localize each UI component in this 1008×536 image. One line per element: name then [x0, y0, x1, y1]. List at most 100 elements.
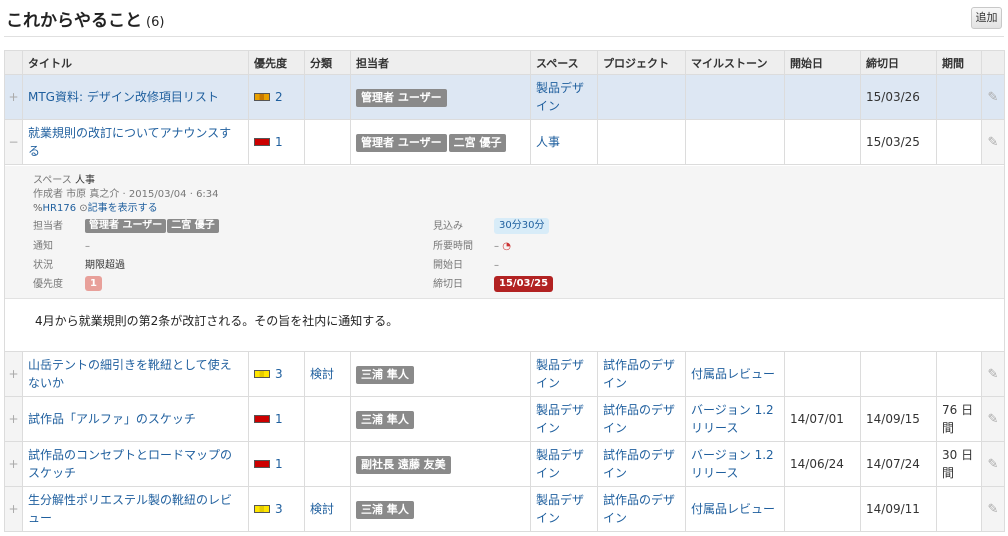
- col-priority[interactable]: 優先度: [248, 50, 305, 75]
- table-row[interactable]: + 生分解性ポリエステル製の靴紐のレビュー 3 検討 三浦 隼人 製品デザイン …: [4, 486, 1005, 532]
- detail-estimate-label: 見込み: [433, 220, 463, 232]
- plus-icon[interactable]: +: [4, 74, 23, 120]
- col-assignee[interactable]: 担当者: [350, 50, 531, 75]
- stopwatch-icon[interactable]: ◔: [502, 241, 511, 252]
- space-link[interactable]: 製品デザイン: [536, 448, 584, 480]
- add-task-button[interactable]: 追加: [971, 7, 1002, 29]
- priority-value[interactable]: 3: [275, 502, 283, 516]
- assignee-tag[interactable]: 管理者 ユーザー: [356, 133, 447, 152]
- plus-icon[interactable]: +: [4, 396, 23, 442]
- assignee-tag[interactable]: 二宮 優子: [448, 133, 507, 152]
- task-detail-row: スペース 人事 作成者 市原 真之介 · 2015/03/04 · 6:34 %…: [4, 164, 1005, 352]
- task-title-link[interactable]: MTG資料: デザイン改修項目リスト: [28, 90, 219, 104]
- priority-icon: [254, 415, 270, 423]
- category[interactable]: 検討: [310, 367, 334, 381]
- start-date: 14/07/01: [790, 412, 844, 426]
- view-article-link[interactable]: 記事を表示する: [88, 203, 158, 214]
- minus-icon[interactable]: −: [4, 119, 23, 165]
- pencil-icon[interactable]: ✎: [988, 89, 999, 107]
- table-row[interactable]: + 試作品のコンセプトとロードマップのスケッチ 1 副社長 遠藤 友美 製品デザ…: [4, 441, 1005, 487]
- assignee-tag[interactable]: 副社長 遠藤 友美: [356, 455, 451, 474]
- milestone-link[interactable]: バージョン 1.2 リリース: [691, 403, 774, 435]
- col-space[interactable]: スペース: [530, 50, 598, 75]
- table-row[interactable]: + 試作品「アルファ」のスケッチ 1 三浦 隼人 製品デザイン 試作品のデザイン…: [4, 396, 1005, 442]
- task-title-link[interactable]: 山岳テントの細引きを靴紐として使えないか: [28, 358, 232, 390]
- col-start-date[interactable]: 開始日: [784, 50, 861, 75]
- page-title: これからやること (6): [6, 6, 164, 31]
- project-link[interactable]: 試作品のデザイン: [603, 493, 675, 525]
- detail-priority-label: 優先度: [33, 278, 63, 290]
- priority-icon: [254, 138, 270, 146]
- space-link[interactable]: 製品デザイン: [536, 493, 584, 525]
- table-row[interactable]: − 就業規則の改訂についてアナウンスする 1 管理者 ユーザー 二宮 優子 人事 …: [4, 119, 1005, 165]
- detail-notify-label: 通知: [33, 240, 53, 252]
- task-title-link[interactable]: 試作品「アルファ」のスケッチ: [28, 412, 196, 426]
- project-link[interactable]: 試作品のデザイン: [603, 358, 675, 390]
- project-link[interactable]: 試作品のデザイン: [603, 403, 675, 435]
- milestone-link[interactable]: 付属品レビュー: [691, 502, 775, 516]
- col-duration[interactable]: 期間: [936, 50, 982, 75]
- task-table: タイトル 優先度 分類 担当者 スペース プロジェクト マイルストーン 開始日 …: [4, 50, 1005, 532]
- detail-status-value: 期限超過: [85, 259, 125, 271]
- col-edit: [981, 50, 1005, 75]
- detail-assignee-label: 担当者: [33, 220, 63, 232]
- detail-author-line: 作成者 市原 真之介 · 2015/03/04 · 6:34: [33, 188, 219, 200]
- detail-ref-id[interactable]: HR176: [43, 203, 77, 214]
- col-milestone[interactable]: マイルストーン: [685, 50, 785, 75]
- duration: 30 日間: [942, 448, 974, 480]
- space-link[interactable]: 製品デザイン: [536, 81, 584, 113]
- due-date: 15/03/26: [866, 90, 920, 104]
- pencil-icon[interactable]: ✎: [988, 134, 999, 152]
- priority-value[interactable]: 1: [275, 457, 283, 471]
- duration: 76 日間: [942, 403, 974, 435]
- pencil-icon[interactable]: ✎: [988, 411, 999, 429]
- priority-icon: [254, 93, 270, 101]
- task-detail-body: 4月から就業規則の第2条が改訂される。その旨を社内に通知する。: [35, 313, 399, 328]
- priority-value[interactable]: 3: [275, 367, 283, 381]
- milestone-link[interactable]: バージョン 1.2 リリース: [691, 448, 774, 480]
- space-link[interactable]: 人事: [536, 135, 560, 149]
- space-link[interactable]: 製品デザイン: [536, 403, 584, 435]
- assignee-tag[interactable]: 三浦 隼人: [356, 500, 414, 519]
- plus-icon[interactable]: +: [4, 351, 23, 397]
- space-link[interactable]: 製品デザイン: [536, 358, 584, 390]
- col-toggle: [4, 50, 23, 75]
- detail-space-label: スペース: [33, 174, 72, 186]
- detail-spent-label: 所要時間: [433, 240, 473, 252]
- detail-assignee-tag[interactable]: 管理者 ユーザー: [85, 218, 167, 233]
- priority-value[interactable]: 1: [275, 412, 283, 426]
- detail-spent-value: –: [494, 240, 499, 252]
- plus-icon[interactable]: +: [4, 441, 23, 487]
- assignee-tag[interactable]: 管理者 ユーザー: [356, 88, 447, 107]
- start-date: 14/06/24: [790, 457, 844, 471]
- detail-assignee-tag[interactable]: 二宮 優子: [167, 218, 219, 233]
- category[interactable]: 検討: [310, 502, 334, 516]
- table-header-row: タイトル 優先度 分類 担当者 スペース プロジェクト マイルストーン 開始日 …: [4, 50, 1005, 75]
- due-date: 14/09/11: [866, 502, 920, 516]
- priority-icon: [254, 460, 270, 468]
- task-title-link[interactable]: 試作品のコンセプトとロードマップのスケッチ: [28, 448, 232, 480]
- col-title[interactable]: タイトル: [22, 50, 249, 75]
- table-row[interactable]: + MTG資料: デザイン改修項目リスト 2 管理者 ユーザー 製品デザイン 1…: [4, 74, 1005, 120]
- pencil-icon[interactable]: ✎: [988, 366, 999, 384]
- col-category[interactable]: 分類: [304, 50, 351, 75]
- assignee-tag[interactable]: 三浦 隼人: [356, 365, 414, 384]
- col-project[interactable]: プロジェクト: [597, 50, 686, 75]
- assignee-tag[interactable]: 三浦 隼人: [356, 410, 414, 429]
- priority-value[interactable]: 1: [275, 135, 283, 149]
- task-title-link[interactable]: 生分解性ポリエステル製の靴紐のレビュー: [28, 493, 232, 525]
- table-row[interactable]: + 山岳テントの細引きを靴紐として使えないか 3 検討 三浦 隼人 製品デザイン…: [4, 351, 1005, 397]
- milestone-link[interactable]: 付属品レビュー: [691, 367, 775, 381]
- pencil-icon[interactable]: ✎: [988, 501, 999, 519]
- page-header: これからやること (6) 追加: [0, 0, 1008, 38]
- task-title-link[interactable]: 就業規則の改訂についてアナウンスする: [28, 126, 231, 158]
- task-detail-meta: スペース 人事 作成者 市原 真之介 · 2015/03/04 · 6:34 %…: [5, 165, 1004, 299]
- col-due-date[interactable]: 締切日: [860, 50, 937, 75]
- detail-due-badge: 15/03/25: [494, 275, 554, 292]
- detail-priority-badge: 1: [85, 275, 102, 291]
- pencil-icon[interactable]: ✎: [988, 456, 999, 474]
- plus-icon[interactable]: +: [4, 486, 23, 532]
- priority-value[interactable]: 2: [275, 90, 283, 104]
- link-icon: %: [33, 202, 43, 214]
- project-link[interactable]: 試作品のデザイン: [603, 448, 675, 480]
